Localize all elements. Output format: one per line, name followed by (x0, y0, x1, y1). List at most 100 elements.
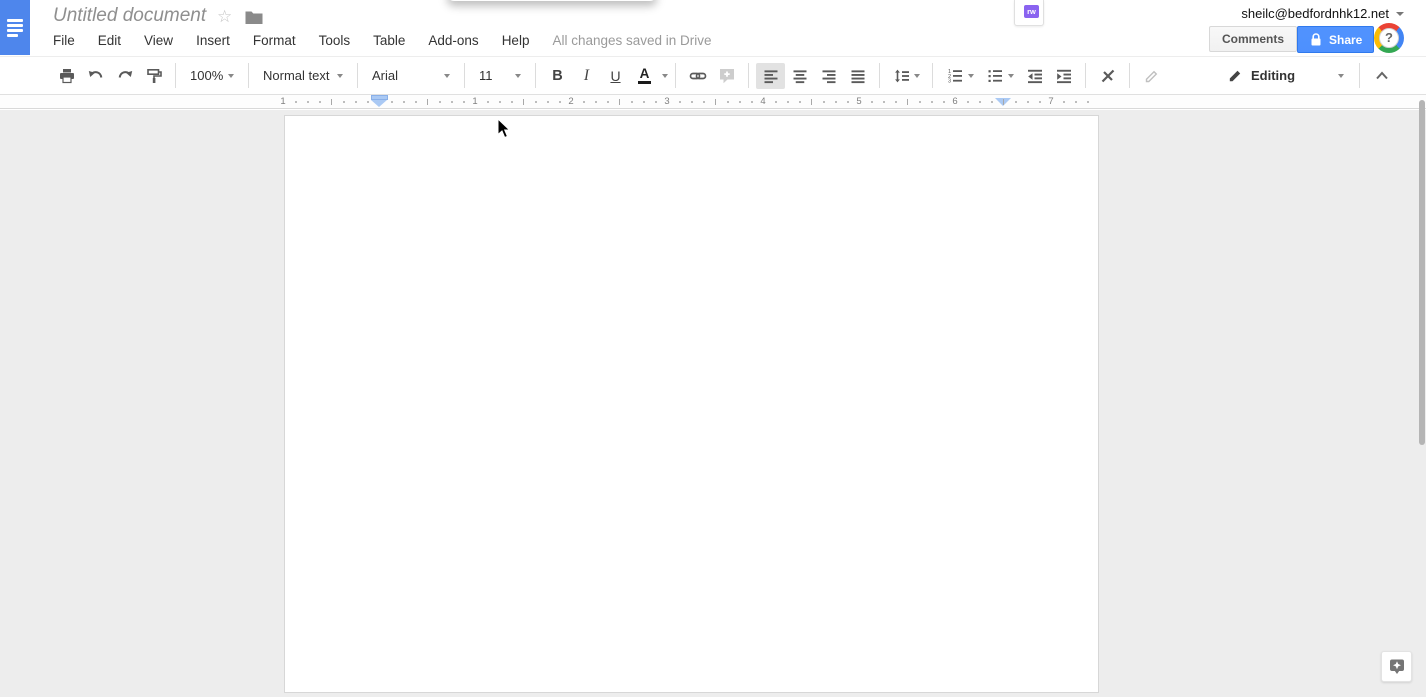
chevron-down-icon (913, 73, 920, 78)
paint-format-button[interactable] (139, 63, 168, 89)
ruler-tick (415, 101, 417, 103)
clear-formatting-button[interactable] (1093, 63, 1122, 89)
toolbar-separator (879, 63, 880, 88)
ruler-number: 7 (1045, 96, 1057, 107)
mode-select[interactable]: Editing (1220, 68, 1352, 83)
numbered-list-button[interactable]: 1 2 3 (940, 63, 980, 89)
ruler-number: 6 (949, 96, 961, 107)
share-button-label: Share (1329, 32, 1363, 47)
ruler-tick (1063, 101, 1065, 103)
menu-file[interactable]: File (53, 33, 75, 48)
paragraph-style-value: Normal text (263, 68, 330, 83)
vertical-scrollbar[interactable] (1419, 100, 1425, 445)
ruler-tick (511, 101, 513, 103)
font-size-value: 11 (479, 68, 493, 83)
toolbar-separator (1129, 63, 1130, 88)
comments-button-label: Comments (1222, 32, 1285, 46)
menu-table[interactable]: Table (373, 33, 405, 48)
align-left-button[interactable] (756, 62, 785, 89)
text-color-button[interactable]: A (630, 63, 659, 89)
ruler-tick (931, 101, 933, 103)
align-justify-button[interactable] (843, 63, 872, 89)
document-title[interactable]: Untitled document (53, 5, 206, 27)
underline-label: U (610, 67, 621, 84)
ruler-number: 4 (757, 96, 769, 107)
toolbar-separator (248, 63, 249, 88)
underline-button[interactable]: U (601, 63, 630, 89)
save-status-text[interactable]: All changes saved in Drive (552, 33, 711, 48)
align-right-button[interactable] (814, 63, 843, 89)
puzzle-piece-icon: rw (1024, 5, 1039, 18)
font-size-select[interactable]: 11 (472, 63, 528, 89)
line-spacing-button[interactable] (887, 63, 925, 89)
ruler-number: 2 (565, 96, 577, 107)
menu-help[interactable]: Help (502, 33, 530, 48)
explore-button[interactable] (1381, 651, 1412, 682)
chevron-down-icon (968, 73, 974, 78)
comments-button[interactable]: Comments (1209, 26, 1298, 52)
ruler-tick (403, 101, 405, 103)
docs-logo-line (7, 24, 23, 27)
ruler-tick (655, 101, 657, 103)
left-indent-marker[interactable] (371, 100, 387, 107)
ruler-tick (919, 101, 921, 103)
annotate-pencil-button[interactable] (1137, 63, 1166, 89)
undo-button[interactable] (81, 63, 110, 89)
ruler-tick (547, 101, 549, 103)
account-menu[interactable]: sheilc@bedfordnhk12.net (1241, 6, 1404, 21)
ruler-tick (631, 101, 633, 103)
menu-addons[interactable]: Add-ons (428, 33, 478, 48)
ruler-tick (775, 101, 777, 103)
ruler-tick (1075, 101, 1077, 103)
ruler-tick (1015, 101, 1017, 103)
help-button[interactable]: ? (1374, 23, 1404, 53)
ruler-number: 1 (277, 96, 289, 107)
ruler-tick (823, 101, 825, 103)
menu-tools[interactable]: Tools (319, 33, 351, 48)
print-button[interactable] (52, 63, 81, 89)
docs-home-button[interactable] (0, 0, 30, 55)
ruler-tick (367, 101, 369, 103)
italic-button[interactable]: I (572, 63, 601, 89)
star-icon[interactable]: ☆ (217, 7, 232, 27)
bold-button[interactable]: B (543, 63, 572, 89)
toolbar-separator (175, 63, 176, 88)
share-button[interactable]: Share (1297, 26, 1375, 53)
document-page[interactable] (284, 115, 1099, 693)
folder-icon[interactable] (245, 10, 263, 30)
ruler-tick (535, 101, 537, 103)
align-center-button[interactable] (785, 63, 814, 89)
ruler-tick (439, 101, 441, 103)
chevron-down-icon (515, 73, 521, 78)
ruler-tick (319, 101, 321, 103)
browser-overlay-shadow (447, 0, 657, 1)
font-family-select[interactable]: Arial (365, 63, 457, 89)
ruler[interactable]: 1 1 2 3 4 5 6 7 (0, 95, 1426, 109)
chevron-down-icon (228, 73, 234, 78)
zoom-select[interactable]: 100% (183, 63, 241, 89)
ruler-number: 3 (661, 96, 673, 107)
increase-indent-button[interactable] (1049, 63, 1078, 89)
paragraph-style-select[interactable]: Normal text (256, 63, 350, 89)
redo-button[interactable] (110, 63, 139, 89)
chevron-down-icon (444, 73, 450, 78)
collapse-toolbar-button[interactable] (1367, 63, 1396, 89)
chevron-down-icon[interactable] (662, 73, 668, 78)
menu-edit[interactable]: Edit (98, 33, 121, 48)
ruler-tick (703, 101, 705, 103)
menu-view[interactable]: View (144, 33, 173, 48)
toolbar-separator (1359, 63, 1360, 88)
decrease-indent-button[interactable] (1020, 63, 1049, 89)
readwrite-extension-button[interactable]: rw (1014, 0, 1044, 26)
ruler-tick (619, 99, 620, 105)
menu-insert[interactable]: Insert (196, 33, 230, 48)
ruler-tick (799, 101, 801, 103)
ruler-tick (715, 99, 716, 105)
toolbar-separator (535, 63, 536, 88)
ruler-tick (607, 101, 609, 103)
bulleted-list-button[interactable] (980, 63, 1020, 89)
docs-logo-line (7, 19, 23, 22)
insert-link-button[interactable] (683, 63, 712, 89)
insert-comment-button[interactable] (712, 63, 741, 89)
menu-format[interactable]: Format (253, 33, 296, 48)
